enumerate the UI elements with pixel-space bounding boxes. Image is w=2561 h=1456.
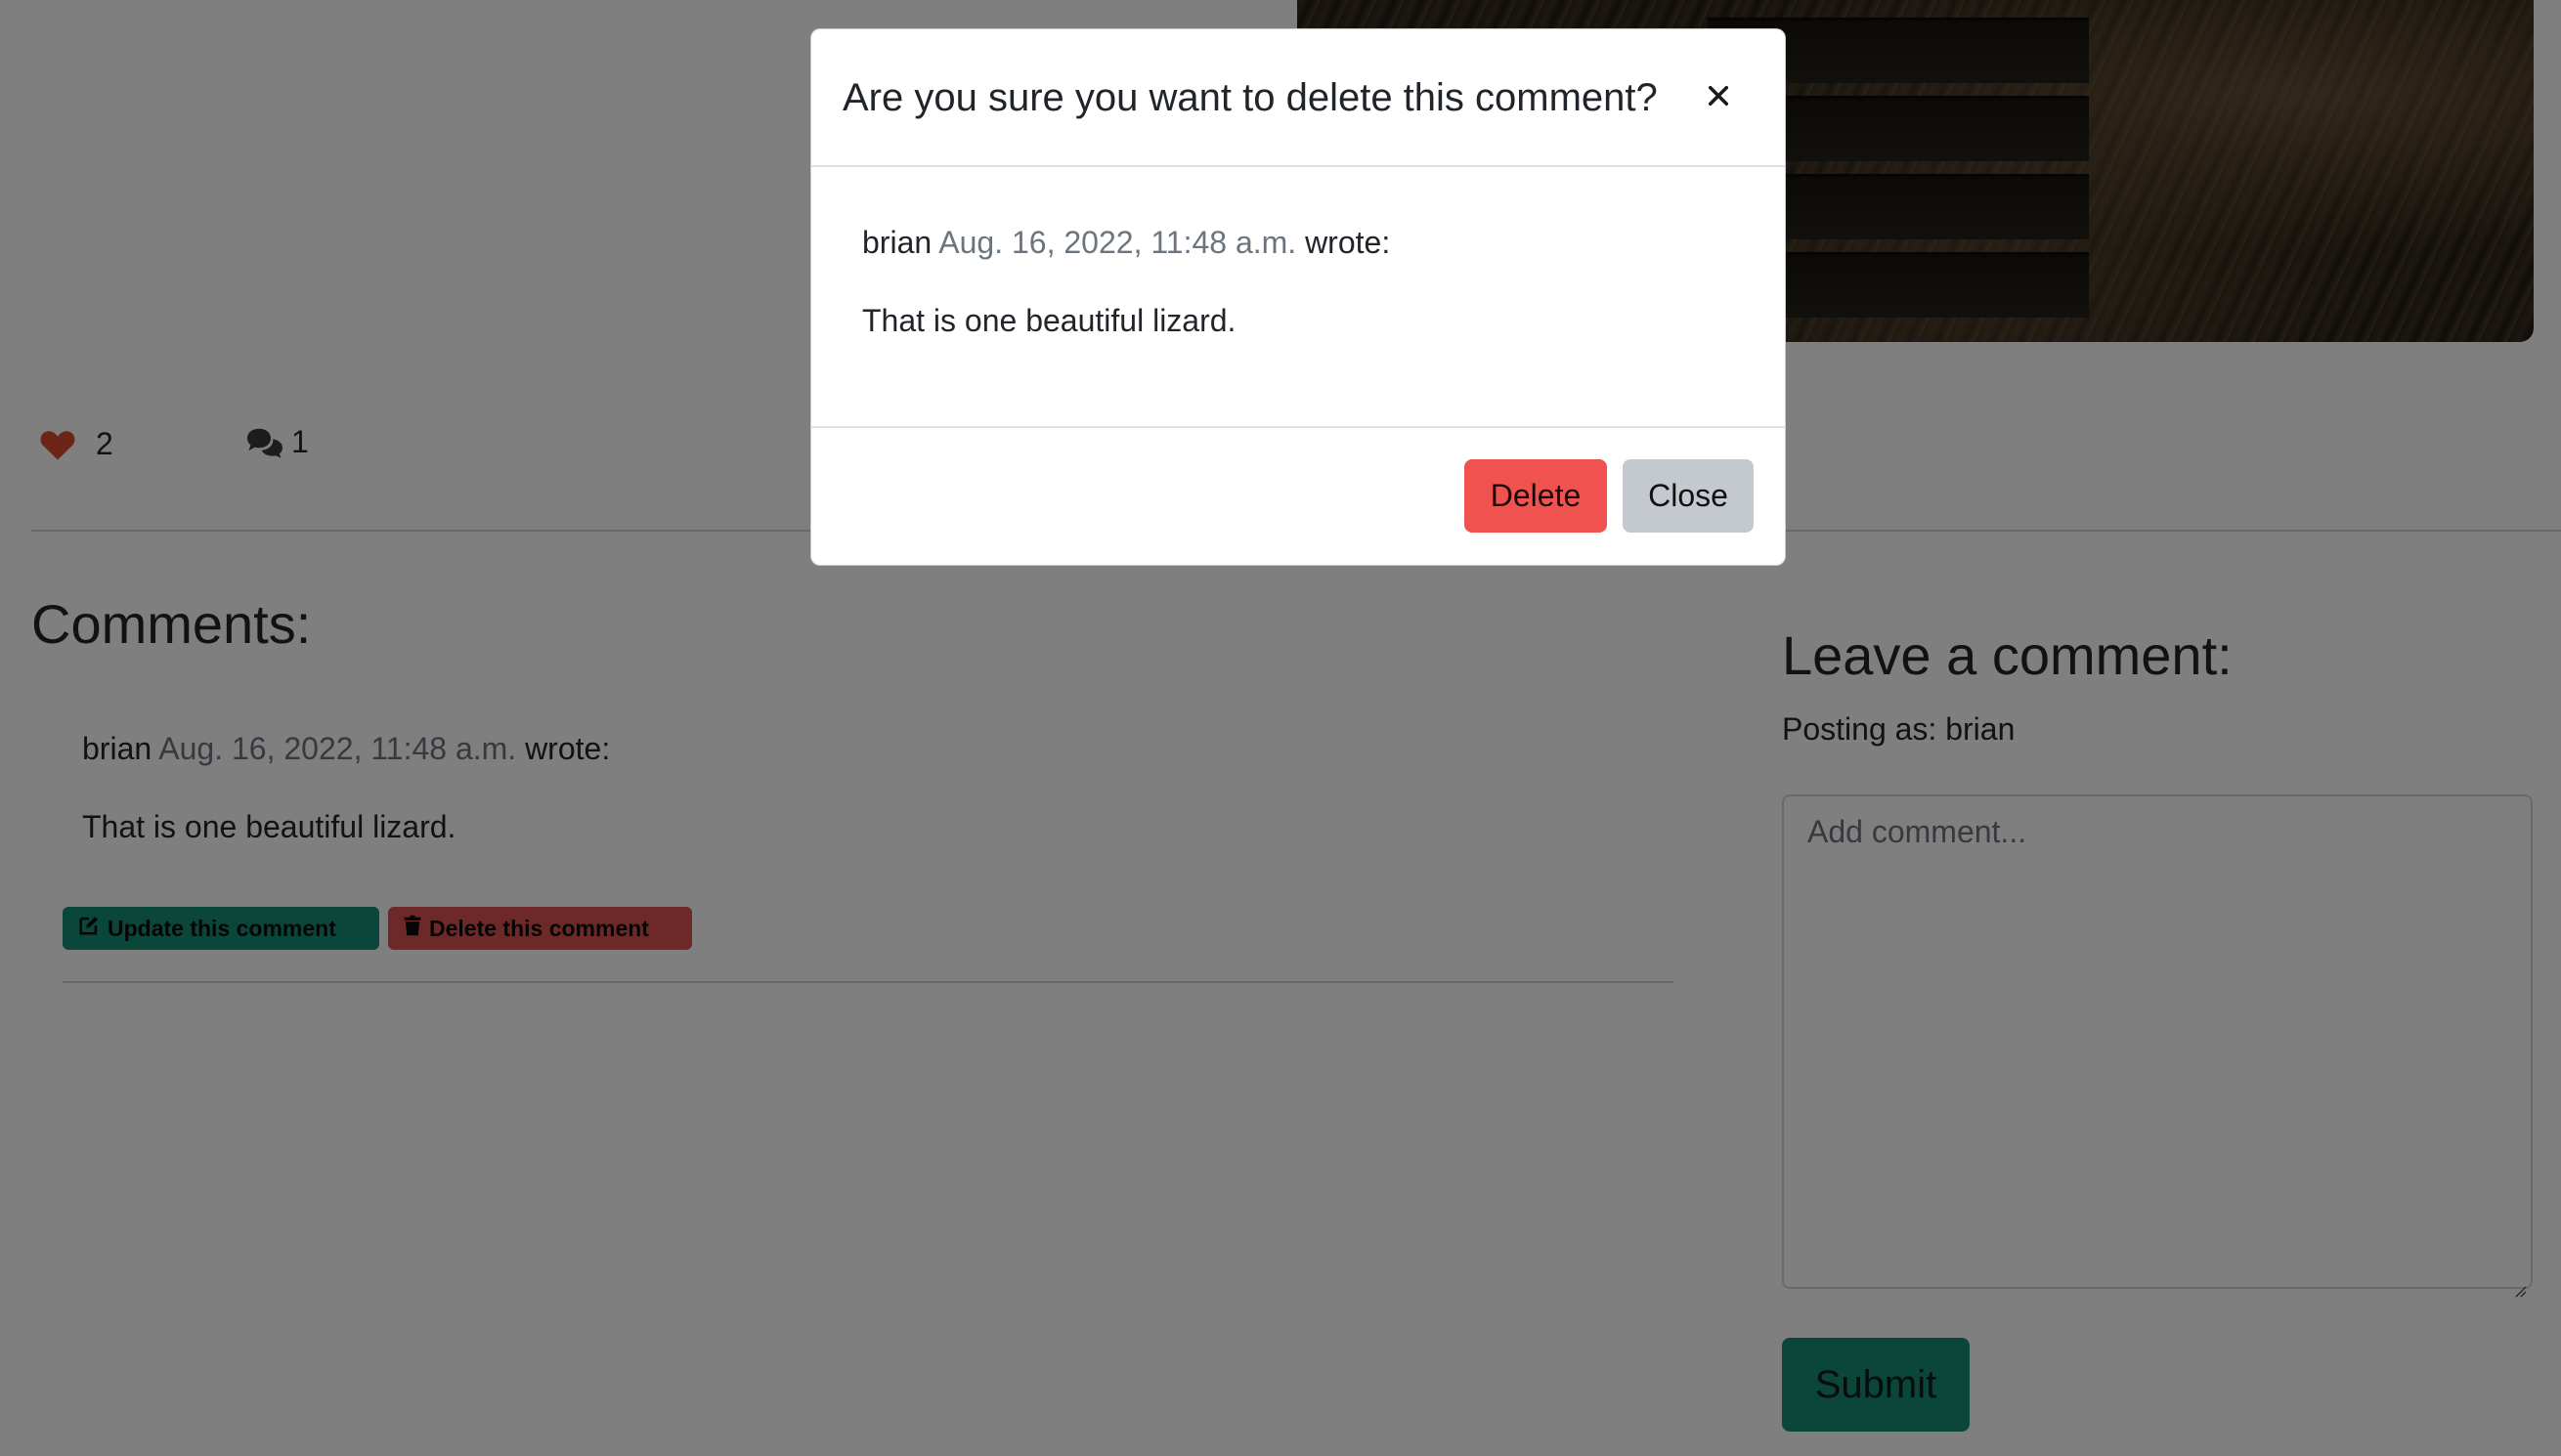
modal-comment-wrote: wrote: <box>1305 225 1391 260</box>
modal-comment-meta: brian Aug. 16, 2022, 11:48 a.m. wrote: <box>862 225 1390 261</box>
modal-comment-body: That is one beautiful lizard. <box>862 303 1237 338</box>
delete-confirm-modal: Are you sure you want to delete this com… <box>810 28 1786 566</box>
close-icon[interactable] <box>1697 74 1740 117</box>
modal-footer-divider <box>811 426 1785 428</box>
modal-header: Are you sure you want to delete this com… <box>811 29 1785 167</box>
confirm-delete-button[interactable]: Delete <box>1464 459 1607 533</box>
modal-comment-date: Aug. 16, 2022, 11:48 a.m. <box>938 225 1297 260</box>
modal-comment-author: brian <box>862 225 933 260</box>
modal-title: Are you sure you want to delete this com… <box>843 76 1658 119</box>
close-modal-button[interactable]: Close <box>1623 459 1754 533</box>
